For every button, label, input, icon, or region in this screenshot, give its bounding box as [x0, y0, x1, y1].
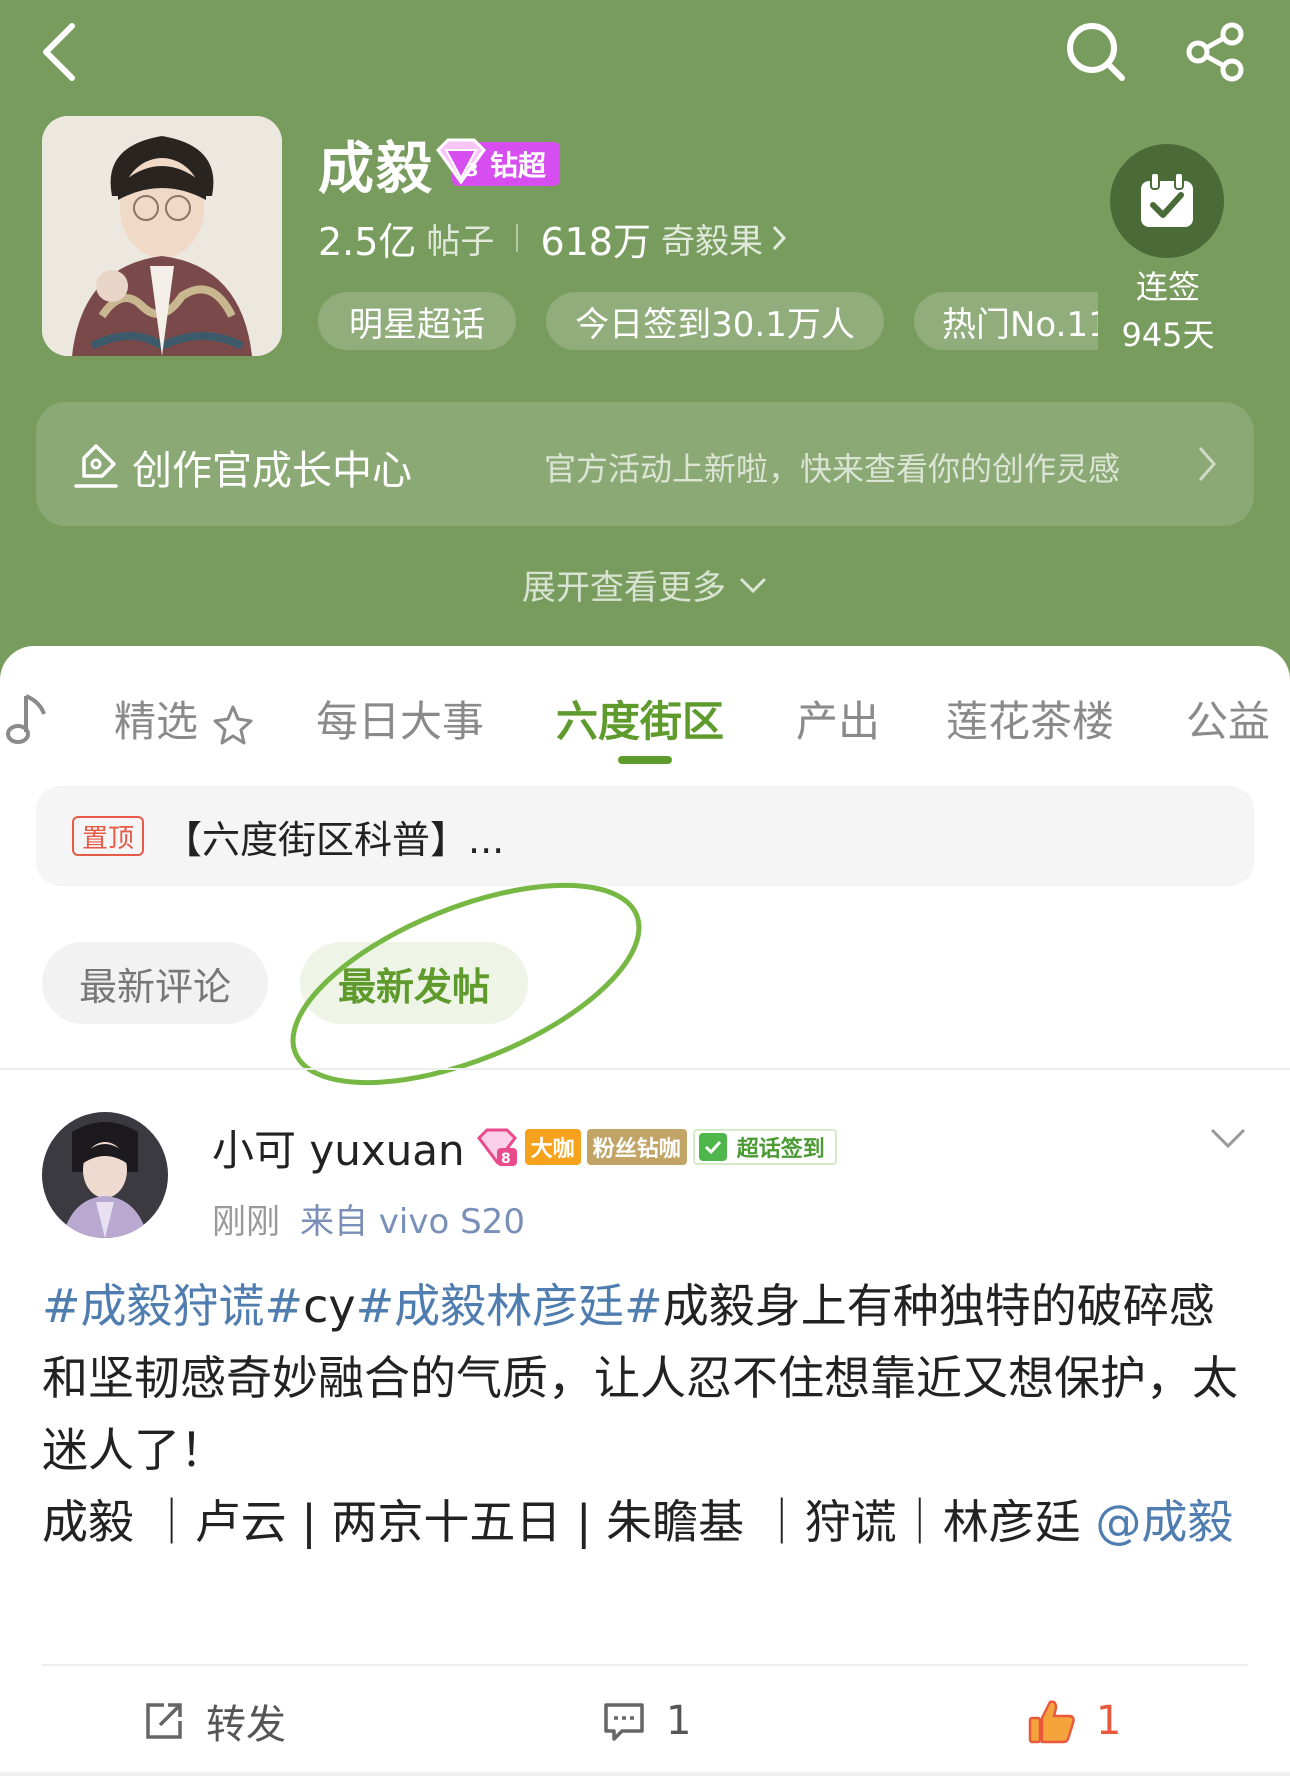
- back-button[interactable]: [20, 14, 96, 90]
- expand-label: 展开查看更多: [522, 568, 726, 608]
- post-mention[interactable]: @成毅: [1095, 1495, 1233, 1549]
- page-title: 成毅: [318, 136, 434, 202]
- repost-button[interactable]: 转发: [142, 1686, 286, 1756]
- user-avatar-image: [42, 1112, 168, 1238]
- post-username[interactable]: 小可 yuxuan: [212, 1117, 465, 1178]
- post-user-row: 小可 yuxuan 8 大咖 粉丝钻咖 超话签到: [212, 1116, 837, 1178]
- fruit-count[interactable]: 618万: [540, 211, 651, 266]
- badge-daka: 大咖: [524, 1129, 581, 1165]
- chevron-right-icon: [772, 225, 786, 251]
- post-body: #成毅狩谎#cy#成毅林彦廷#成毅身上有种独特的破碎感和坚韧感奇妙融合的气质，让…: [42, 1270, 1252, 1558]
- post-avatar[interactable]: [42, 1112, 168, 1238]
- posts-count: 2.5亿: [318, 219, 417, 264]
- like-count: 1: [1096, 1698, 1122, 1744]
- badge-topic-checkin: 超话签到: [692, 1129, 837, 1165]
- bottom-divider: [0, 1772, 1290, 1776]
- share-button[interactable]: [1176, 12, 1256, 92]
- avatar-portrait-image: [42, 116, 282, 356]
- actions-divider: [42, 1664, 1248, 1666]
- topic-avatar[interactable]: [42, 116, 282, 356]
- post-time: 刚刚: [212, 1202, 280, 1242]
- share-icon: [1186, 22, 1244, 82]
- topic-title-row: 成毅 3 钻超: [318, 124, 561, 204]
- search-button[interactable]: [1056, 12, 1136, 92]
- sparkle-icon: [213, 705, 253, 744]
- badge-topic-checkin-label: 超话签到: [736, 1137, 825, 1162]
- pinned-title: 【六度街区科普】...: [164, 817, 505, 862]
- diamond-level-icon: 8: [476, 1128, 517, 1167]
- vip-badge: 3 钻超: [436, 138, 561, 186]
- thumbs-up-icon: [1028, 1700, 1075, 1744]
- vip-badge-label: 钻超: [490, 149, 547, 182]
- checkin-days: 945天: [1121, 316, 1215, 354]
- section-divider: [0, 1068, 1290, 1070]
- tab-featured[interactable]: 精选: [114, 688, 255, 749]
- highlight-circle-annotation: [290, 882, 642, 1086]
- svg-text:8: 8: [501, 1151, 511, 1167]
- creator-pen-icon: [74, 444, 118, 488]
- fruit-label[interactable]: 奇毅果: [661, 214, 763, 263]
- topic-header: 成毅 3 钻超 2.5亿 帖子 618万 奇毅果 明星超话 今日签到30.1万人…: [0, 0, 1290, 700]
- banner-subtitle: 官方活动上新啦，快来查看你的创作灵感: [544, 450, 1121, 488]
- tab-daily-news[interactable]: 每日大事: [316, 688, 484, 749]
- like-button[interactable]: 1: [1028, 1686, 1121, 1756]
- active-tab-indicator: [618, 756, 672, 764]
- pinned-post[interactable]: 置顶 【六度街区科普】...: [36, 786, 1254, 886]
- expand-more-button[interactable]: 展开查看更多: [0, 560, 1290, 609]
- topic-stats: 2.5亿 帖子 618万 奇毅果: [318, 210, 787, 266]
- tab-featured-label: 精选: [114, 697, 199, 746]
- content-card: 精选 每日大事 六度街区 产出 莲花茶楼 公益 置顶 【六度街区科普】... 最…: [0, 646, 1290, 1776]
- pinned-badge: 置顶: [72, 816, 145, 856]
- checkin-label: 连签: [1135, 268, 1200, 306]
- hot-rank-pill[interactable]: 热门No.11: [914, 292, 1098, 350]
- tab-lotus-teahouse[interactable]: 莲花茶楼: [946, 688, 1114, 749]
- back-arrow-icon: [43, 23, 75, 81]
- chevron-down-icon[interactable]: [1208, 1126, 1248, 1152]
- posts-label: 帖子: [426, 221, 495, 262]
- comment-button[interactable]: 1: [602, 1686, 691, 1756]
- checkin-button[interactable]: [1110, 144, 1224, 258]
- diamond-icon: 3: [436, 138, 486, 185]
- post-text: cy: [303, 1279, 356, 1333]
- post-meta: 刚刚 来自 vivo S20: [212, 1194, 525, 1243]
- creator-center-banner[interactable]: 创作官成长中心 官方活动上新啦，快来查看你的创作灵感: [36, 402, 1254, 526]
- post-hashtag[interactable]: #成毅狩谎#: [42, 1279, 303, 1333]
- stats-divider: [516, 224, 519, 252]
- music-note-icon[interactable]: [6, 692, 50, 746]
- post-hashtag[interactable]: #成毅林彦廷#: [356, 1279, 663, 1333]
- comment-count: 1: [666, 1698, 692, 1744]
- repost-label: 转发: [206, 1702, 286, 1748]
- filter-latest-comments[interactable]: 最新评论: [42, 942, 268, 1024]
- post-text: 成毅 ｜卢云 | 两京十五日 | 朱瞻基 ｜狩谎｜林彦廷: [42, 1495, 1096, 1549]
- badge-fan-diamond: 粉丝钻咖: [586, 1129, 687, 1165]
- checkin-check-icon: [698, 1133, 727, 1161]
- tab-liudu-district[interactable]: 六度街区: [556, 688, 724, 749]
- banner-title: 创作官成长中心: [132, 448, 412, 494]
- svg-text:3: 3: [466, 160, 479, 181]
- search-icon: [1067, 23, 1125, 81]
- today-checkin-pill[interactable]: 今日签到30.1万人: [546, 292, 884, 350]
- chevron-right-icon: [1198, 447, 1216, 481]
- chevron-down-icon: [739, 577, 767, 593]
- tab-charity[interactable]: 公益: [1186, 688, 1270, 749]
- post-device[interactable]: 来自 vivo S20: [300, 1194, 525, 1243]
- star-topic-pill[interactable]: 明星超话: [318, 292, 516, 350]
- calendar-check-icon: [1141, 172, 1193, 227]
- tab-output[interactable]: 产出: [796, 688, 880, 749]
- comment-icon: [604, 1703, 644, 1741]
- repost-icon: [146, 1703, 182, 1739]
